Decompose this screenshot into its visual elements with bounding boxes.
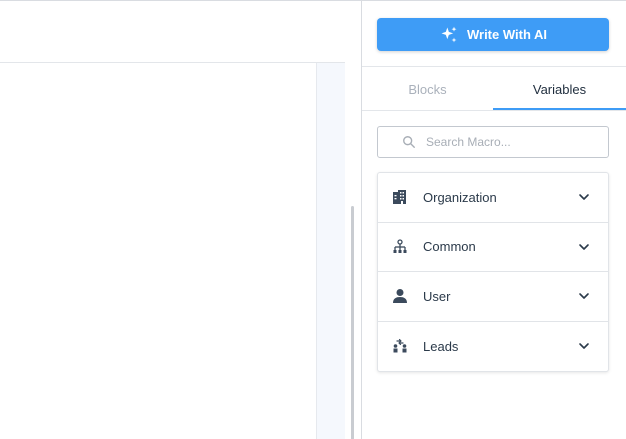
variable-group-label: Common (423, 239, 476, 255)
chevron-down-icon (579, 293, 589, 300)
chevron-down-icon (579, 343, 589, 350)
editor-gutter (316, 63, 345, 439)
tab-blocks[interactable]: Blocks (362, 67, 493, 111)
variable-group-label: Organization (423, 189, 497, 205)
variable-group-label: Leads (423, 338, 459, 354)
variable-group-label: User (423, 288, 451, 304)
variable-group-leads[interactable]: Leads (378, 322, 608, 372)
hierarchy-icon (391, 238, 409, 256)
user-icon (391, 287, 409, 305)
variable-group-common[interactable]: Common (378, 223, 608, 272)
write-with-ai-button[interactable]: Write With AI (377, 18, 609, 51)
building-icon (391, 188, 409, 206)
editor-canvas[interactable] (0, 63, 316, 439)
search-macro-input[interactable] (426, 135, 596, 149)
leads-icon (391, 337, 409, 355)
panel-tabs: Blocks Variables (362, 67, 626, 111)
chevron-down-icon (579, 194, 589, 201)
sparkle-icon (441, 26, 457, 42)
side-panel: Write With AI Blocks Variables Search Ma… (362, 1, 626, 439)
editor-area[interactable] (0, 1, 361, 439)
search-macro-field[interactable] (377, 126, 609, 158)
write-with-ai-label: Write With AI (466, 27, 548, 42)
variable-group-user[interactable]: User (378, 272, 608, 322)
variable-group-organization[interactable]: Organization (378, 173, 608, 223)
variables-accordion: Organization Common User Leads (377, 172, 609, 372)
active-tab-indicator (493, 108, 626, 110)
search-icon (403, 136, 415, 148)
chevron-down-icon (579, 243, 589, 250)
editor-scrollbar[interactable] (351, 206, 354, 439)
tab-variables[interactable]: Variables (493, 67, 626, 111)
